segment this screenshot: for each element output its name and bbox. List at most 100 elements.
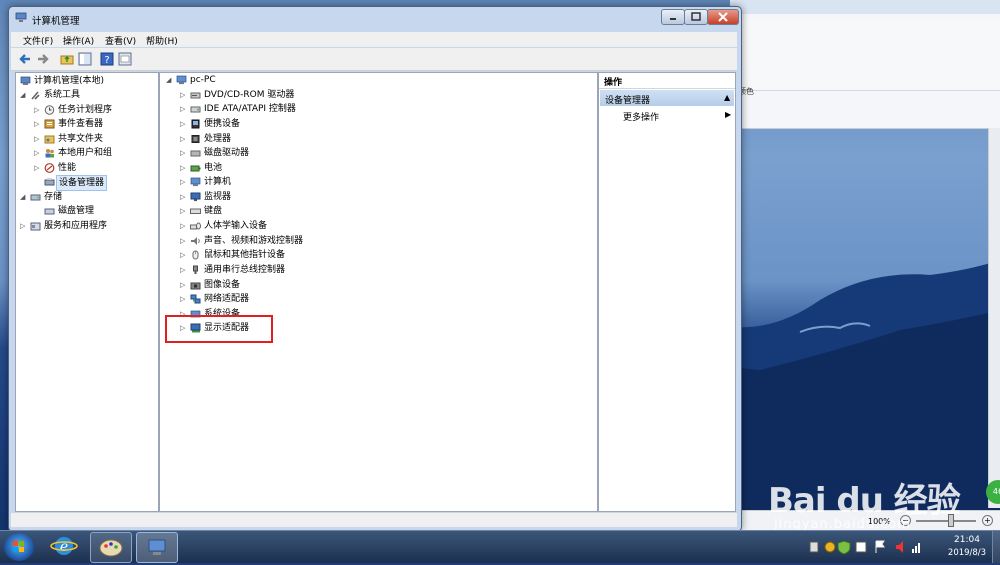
expand-arrow-icon[interactable]: ▷ [180,219,188,233]
expand-arrow-icon[interactable]: ▷ [20,219,28,233]
expand-arrow-icon[interactable]: ▷ [180,117,188,131]
collapse-arrow-icon[interactable]: ◢ [20,88,28,102]
expand-arrow-icon[interactable]: ▷ [34,161,42,175]
tray-security-icon [824,541,836,553]
expand-arrow-icon[interactable]: ▷ [180,175,188,189]
up-folder-icon[interactable] [59,51,75,67]
highlight-annotation [165,315,273,343]
processor-icon [191,135,200,143]
tray-ime-icon [855,541,867,553]
more-actions-link[interactable]: 更多操作 [623,110,659,123]
menu-view[interactable]: 查看(V) [105,34,136,47]
keyboard-icon [190,208,201,214]
system-tray [806,533,940,561]
taskbar-computer-management-button[interactable] [136,532,178,563]
clock-icon [44,105,55,115]
toolbar: ? [11,48,737,71]
collapse-caret-icon[interactable]: ▲ [724,93,730,102]
show-desktop-button[interactable] [992,531,1000,563]
collapse-arrow-icon[interactable]: ◢ [166,73,174,87]
maximize-icon [691,12,701,21]
tree-item-label: 任务计划程序 [58,105,113,115]
actions-device-manager[interactable]: 设备管理器 ▲ [600,90,734,106]
expand-arrow-icon[interactable]: ▷ [180,263,188,277]
back-arrow-icon[interactable] [17,51,33,67]
maximize-button[interactable] [684,9,708,25]
expand-arrow-icon[interactable]: ▷ [180,278,188,292]
tree-item-label-selected: 设备管理器 [56,175,108,191]
services-icon [30,222,41,231]
taskbar-paint-button[interactable] [90,532,132,563]
device-category-label: 电池 [204,163,223,173]
collapse-arrow-icon[interactable]: ◢ [20,190,28,204]
usb-icon [193,265,198,274]
console-tree-pane: 计算机管理(本地) ◢ 系统工具 ▷ 任务计划程序 ▷ 事件查看器 ▷ 共享文件… [15,72,159,512]
submenu-arrow-icon[interactable]: ▶ [725,110,731,119]
expand-arrow-icon[interactable]: ▷ [180,88,188,102]
expand-arrow-icon[interactable]: ▷ [180,234,188,248]
tray-signal-icon [912,543,920,553]
windows-logo-icon [13,541,24,552]
expand-arrow-icon[interactable]: ▷ [180,292,188,306]
expand-arrow-icon[interactable]: ▷ [180,204,188,218]
expand-arrow-icon[interactable]: ▷ [180,102,188,116]
expand-arrow-icon[interactable]: ▷ [180,248,188,262]
console-tree-icon[interactable] [77,51,93,67]
computer-management-icon [148,539,166,555]
dvd-drive-icon [190,92,201,99]
camera-icon [190,282,201,290]
menu-file[interactable]: 文件(F) [23,34,53,47]
tray-flag-icon [875,540,885,553]
device-category-label: 键盘 [204,206,223,216]
device-category-label: IDE ATA/ATAPI 控制器 [204,104,296,114]
internet-explorer-icon: e [50,537,78,555]
actions-pane: 操作 设备管理器 ▲ 更多操作 ▶ [598,72,736,512]
computer-management-window: 计算机管理 文件(F) 操作(A) 查看(V) 帮助(H) ? 计算机管理(本地… [8,6,742,532]
background-paint-window: 颜色 [730,0,1000,129]
device-category-label: 磁盘驱动器 [204,148,250,158]
expand-arrow-icon[interactable]: ▷ [180,190,188,204]
clock-date[interactable]: 2019/8/3 [942,548,992,558]
expand-arrow-icon[interactable]: ▷ [34,103,42,117]
menu-action[interactable]: 操作(A) [63,34,94,47]
tree-item-label: 事件查看器 [58,119,104,129]
watermark-logo: Bai du 经验 [768,481,961,521]
forward-arrow-icon[interactable] [35,51,51,67]
computer-management-icon [15,12,27,22]
event-viewer-icon [44,119,55,129]
minimize-button[interactable] [661,9,685,25]
network-adapter-icon [190,294,201,304]
shared-folder-icon [44,135,55,144]
device-category-label: 网络适配器 [204,294,250,304]
monitor-icon [190,192,201,202]
expand-arrow-icon[interactable]: ▷ [180,132,188,146]
close-button[interactable] [707,9,739,25]
tree-services-label: 服务和应用程序 [44,221,108,231]
computer-icon [190,177,201,187]
device-manager-icon [44,178,55,186]
expand-arrow-icon[interactable]: ▷ [180,161,188,175]
storage-icon [30,194,41,201]
background-scrollbar[interactable] [988,128,1000,508]
device-category-label: 人体学输入设备 [204,221,268,231]
expand-arrow-icon[interactable]: ▷ [34,132,42,146]
ide-controller-icon [190,106,201,113]
portable-device-icon [191,119,200,129]
properties-icon[interactable] [117,51,133,67]
expand-arrow-icon[interactable]: ▷ [34,117,42,131]
expand-arrow-icon[interactable]: ▷ [34,146,42,160]
taskbar: e 21:04 2019/8/3 [0,530,1000,563]
actions-title: 操作 [604,78,623,88]
device-category-label: 监视器 [204,192,232,202]
taskbar-ie-button[interactable]: e [44,532,84,561]
help-icon[interactable]: ? [99,51,115,67]
clock-time[interactable]: 21:04 [942,535,992,545]
device-category-label: 声音、视频和游戏控制器 [204,236,304,246]
disk-icon [44,208,55,215]
start-button[interactable] [4,533,34,561]
tools-icon [31,91,40,100]
expand-arrow-icon[interactable]: ▷ [180,146,188,160]
titlebar[interactable]: 计算机管理 [9,7,741,29]
menu-help[interactable]: 帮助(H) [146,34,178,47]
minimize-icon [670,18,676,20]
